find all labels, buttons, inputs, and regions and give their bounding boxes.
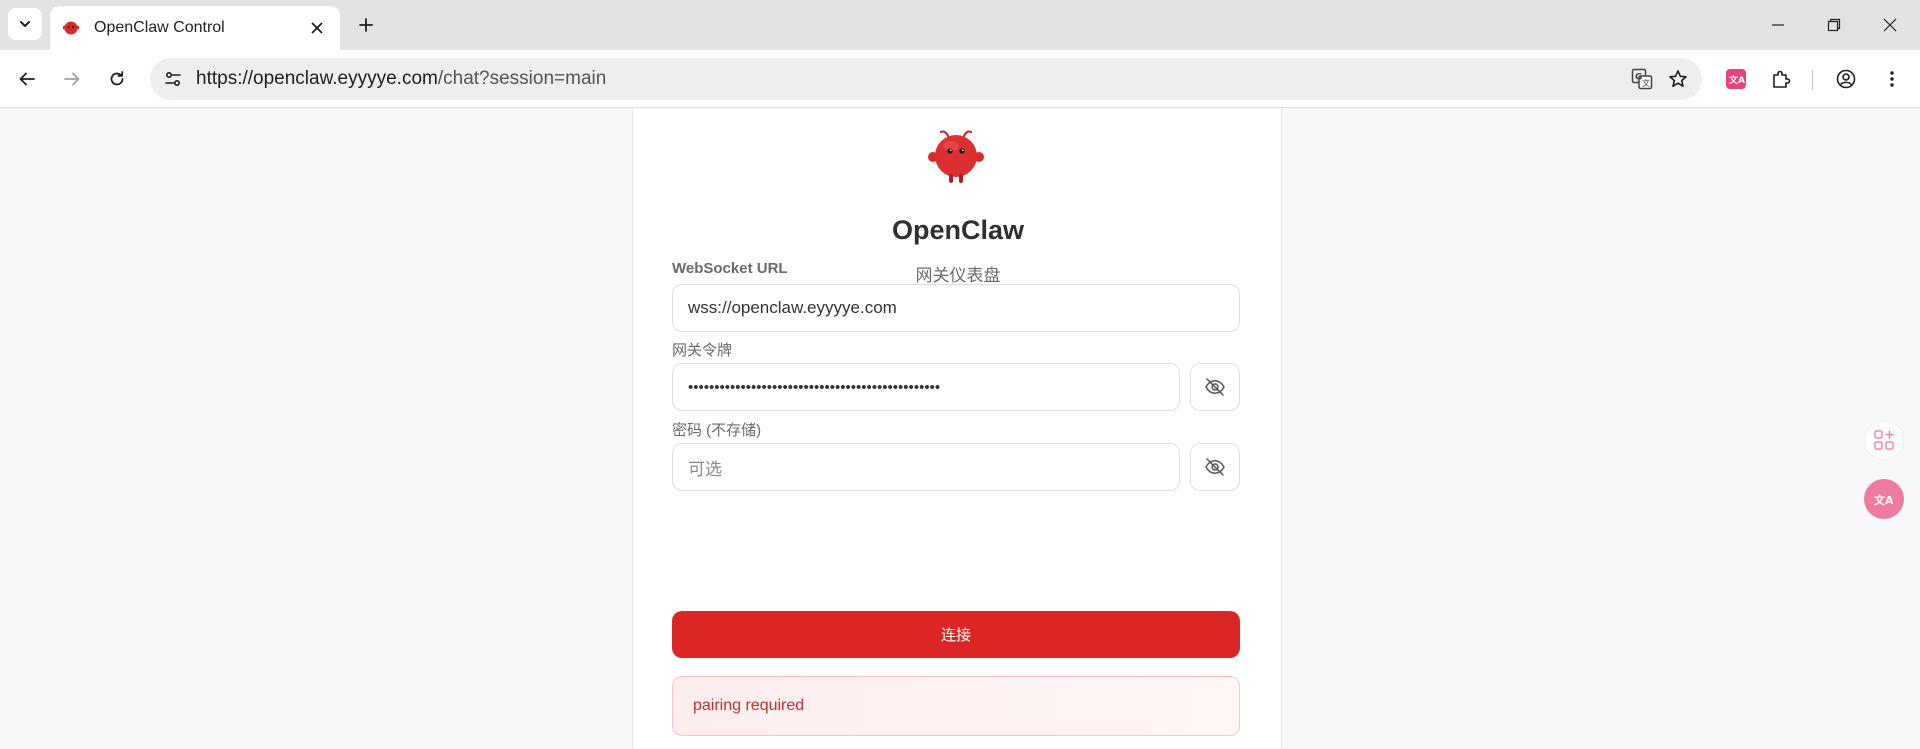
- url-path: /chat?session=main: [437, 68, 607, 89]
- svg-text:文A: 文A: [1874, 493, 1894, 507]
- plus-icon: [359, 18, 373, 32]
- gateway-token-input[interactable]: ••••••••••••••••••••••••••••••••••••••••…: [672, 363, 1180, 411]
- star-icon: [1669, 70, 1687, 87]
- password-input[interactable]: 可选: [672, 443, 1180, 491]
- translate-page-button[interactable]: G 文: [1624, 61, 1660, 97]
- svg-text:文: 文: [1642, 78, 1650, 88]
- reload-icon: [110, 71, 124, 86]
- browser-tab-active[interactable]: OpenClaw Control: [50, 6, 340, 50]
- gateway-token-label: 网关令牌: [672, 342, 733, 359]
- more-vert-icon: [1890, 71, 1894, 87]
- connect-button[interactable]: 连接: [672, 611, 1240, 658]
- arrow-left-icon: [19, 72, 35, 86]
- close-icon: [311, 22, 323, 34]
- back-button[interactable]: [9, 61, 45, 97]
- url-text: https://openclaw.eyyyye.com/chat?session…: [196, 68, 1624, 90]
- restore-icon: [1827, 18, 1841, 32]
- bookmark-button[interactable]: [1660, 61, 1696, 97]
- restore-button[interactable]: [1806, 0, 1862, 50]
- site-info-button[interactable]: [158, 64, 188, 94]
- websocket-url-label: WebSocket URL: [672, 260, 788, 277]
- login-form: WebSocket URL wss://openclaw.eyyyye.com …: [632, 109, 1282, 745]
- tab-title: OpenClaw Control: [94, 19, 225, 36]
- minimize-button[interactable]: [1750, 0, 1806, 50]
- account-circle-icon: [1836, 69, 1856, 89]
- translate-extension-button[interactable]: 文A: [1718, 61, 1754, 97]
- toolbar-divider: [1812, 70, 1813, 90]
- toggle-password-visibility-button[interactable]: [1190, 443, 1240, 491]
- browser-toolbar: https://openclaw.eyyyye.com/chat?session…: [0, 50, 1920, 108]
- toggle-token-visibility-button[interactable]: [1190, 363, 1240, 411]
- close-window-icon: [1883, 18, 1897, 32]
- close-window-button[interactable]: [1862, 0, 1918, 50]
- minimize-icon: [1772, 24, 1784, 26]
- google-translate-icon: G 文: [1631, 68, 1653, 90]
- translate-icon: 文A: [1874, 493, 1894, 507]
- apps-widget-button[interactable]: [1864, 420, 1904, 460]
- tab-close-button[interactable]: [306, 17, 328, 39]
- openclaw-favicon-icon: [62, 21, 80, 35]
- password-placeholder: 可选: [688, 459, 722, 479]
- forward-button[interactable]: [54, 61, 90, 97]
- browser-menu-button[interactable]: [1874, 61, 1910, 97]
- translate-widget-button[interactable]: 文A: [1864, 479, 1904, 519]
- translate-extension-icon: 文A: [1726, 69, 1746, 89]
- profile-button[interactable]: [1828, 61, 1864, 97]
- extensions-button[interactable]: [1763, 61, 1799, 97]
- arrow-right-icon: [64, 72, 80, 86]
- chevron-down-icon: [20, 21, 30, 27]
- reload-button[interactable]: [99, 61, 135, 97]
- new-tab-button[interactable]: [352, 11, 380, 39]
- eye-off-icon: [1205, 458, 1225, 476]
- tune-icon: [165, 71, 181, 87]
- gateway-token-masked-value: ••••••••••••••••••••••••••••••••••••••••…: [688, 378, 941, 396]
- address-bar[interactable]: https://openclaw.eyyyye.com/chat?session…: [150, 58, 1702, 100]
- websocket-url-input[interactable]: wss://openclaw.eyyyye.com: [672, 284, 1240, 332]
- error-message: pairing required: [672, 676, 1240, 736]
- puzzle-icon: [1773, 70, 1791, 88]
- url-host: https://openclaw.eyyyye.com: [196, 68, 438, 89]
- apps-plus-icon: [1874, 430, 1894, 450]
- websocket-url-value: wss://openclaw.eyyyye.com: [688, 298, 897, 317]
- svg-text:文A: 文A: [1728, 74, 1745, 86]
- eye-off-icon: [1205, 378, 1225, 396]
- tab-strip: OpenClaw Control: [0, 0, 1920, 50]
- connect-button-label: 连接: [940, 627, 971, 644]
- tab-search-button[interactable]: [8, 8, 42, 40]
- error-text: pairing required: [693, 697, 805, 714]
- password-label: 密码 (不存储): [672, 422, 762, 439]
